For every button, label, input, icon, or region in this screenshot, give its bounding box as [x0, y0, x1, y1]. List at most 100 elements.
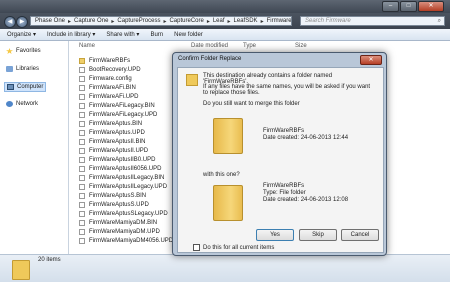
file-icon [79, 121, 85, 127]
incoming-folder-icon [213, 185, 243, 221]
file-icon [79, 94, 85, 100]
file-name: FirmWareAFiLegacy.UPD [89, 112, 158, 118]
file-name: FirmWareAFi.UPD [89, 94, 139, 100]
file-name: FirmWareMamiyaDM4056.UPD [89, 238, 174, 244]
breadcrumb-6[interactable]: Firmware [267, 18, 291, 24]
maximize-button[interactable]: □ [400, 1, 417, 12]
apply-all-row[interactable]: Do this for all current items [193, 244, 274, 251]
file-row[interactable]: FirmWareMamiyaDM.BIN [79, 219, 157, 227]
dialog-close-button[interactable]: ✕ [360, 55, 382, 65]
status-bar: 20 items [0, 254, 450, 282]
file-icon [79, 184, 85, 190]
file-row[interactable]: FirmWareAptusS.BIN [79, 192, 146, 200]
forward-button[interactable]: ▶ [16, 16, 28, 28]
file-row[interactable]: FirmWareAptusIILegacy.BIN [79, 174, 164, 182]
file-icon [79, 130, 85, 136]
breadcrumb-0[interactable]: Phase One [35, 18, 65, 24]
file-icon [79, 67, 85, 73]
address-row: ◀ ▶ Phase One ▸ Capture One ▸ CaptureProce… [0, 13, 450, 29]
nav-network[interactable]: Network [4, 100, 40, 108]
star-icon [6, 48, 13, 54]
nav-libraries[interactable]: Libraries [4, 65, 41, 73]
file-name: FirmWareMamiyaDM.UPD [89, 229, 160, 235]
back-button[interactable]: ◀ [4, 16, 16, 28]
file-icon [79, 157, 85, 163]
command-bar: Organize ▾ Include in library ▾ Share wi… [0, 29, 450, 41]
include-in-library-menu[interactable]: Include in library ▾ [47, 31, 95, 38]
file-icon [79, 139, 85, 145]
breadcrumb-separator: ▸ [206, 18, 210, 25]
apply-all-label: Do this for all current items [203, 244, 275, 251]
organize-menu[interactable]: Organize ▾ [7, 31, 36, 38]
network-icon [6, 101, 13, 107]
new-folder-button[interactable]: New folder [174, 32, 203, 38]
file-name: FirmWareAptusSLegacy.UPD [89, 211, 168, 217]
apply-all-checkbox[interactable] [193, 244, 200, 251]
file-row[interactable]: BootRecovery.UPD [79, 66, 141, 74]
breadcrumb-2[interactable]: CaptureProcess [117, 18, 160, 24]
file-row[interactable]: Firmware.config [79, 75, 132, 83]
burn-button[interactable]: Burn [150, 32, 163, 38]
file-name: FirmWareAptusIILegacy.UPD [89, 184, 168, 190]
breadcrumb-3[interactable]: CaptureCore [169, 18, 203, 24]
file-row[interactable]: FirmWareAptusII6056.UPD [79, 165, 161, 173]
item-count: 20 items [38, 257, 61, 263]
column-header-name[interactable]: Name [79, 43, 95, 49]
file-row[interactable]: FirmWareAptusIIB0.UPD [79, 156, 155, 164]
file-row[interactable]: FirmWareMamiyaDM4056.UPD [79, 237, 173, 245]
nav-label: Computer [17, 84, 44, 90]
search-input[interactable]: Search Firmware ⌕ [300, 16, 445, 26]
file-icon [79, 103, 85, 109]
nav-computer[interactable]: Computer [4, 82, 47, 92]
column-header-date[interactable]: Date modified [191, 43, 228, 49]
title-bar[interactable]: – □ ✕ [0, 0, 450, 13]
file-name: FirmWareAFiLegacy.BIN [89, 103, 155, 109]
dialog-question: Do you still want to merge this folder [203, 101, 300, 107]
incoming-folder-type: Type: File folder [263, 190, 306, 196]
file-row[interactable]: FirmWareAFiLegacy.BIN [79, 102, 155, 110]
file-name: FirmWareAptusII.UPD [89, 148, 149, 154]
nav-favorites[interactable]: Favorites [4, 47, 43, 55]
file-name: FirmWareMamiyaDM.BIN [89, 220, 158, 226]
file-row[interactable]: FirmWareAptus.BIN [79, 120, 142, 128]
search-icon[interactable]: ⌕ [438, 17, 441, 26]
nav-label: Libraries [16, 66, 40, 72]
existing-folder-date: Date created: 24-06-2013 12:44 [263, 135, 349, 141]
file-icon [79, 238, 85, 244]
file-row[interactable]: FirmWareAptusII.UPD [79, 147, 148, 155]
file-row[interactable]: FirmWareAFi.UPD [79, 93, 138, 101]
file-name: Firmware.config [89, 76, 132, 82]
file-row[interactable]: FirmWareAptusS.UPD [79, 201, 149, 209]
folder-icon [79, 58, 85, 64]
share-with-menu[interactable]: Share with ▾ [106, 31, 139, 38]
minimize-button[interactable]: – [382, 1, 399, 12]
address-bar[interactable]: Phase One ▸ Capture One ▸ CaptureProcess ▸ … [30, 16, 292, 26]
column-header-type[interactable]: Type [243, 43, 256, 49]
file-name: BootRecovery.UPD [89, 67, 141, 73]
yes-button[interactable]: Yes [256, 229, 294, 241]
breadcrumb-1[interactable]: Capture One [74, 18, 108, 24]
breadcrumb-5[interactable]: LeafSDK [234, 18, 258, 24]
nav-label: Network [16, 101, 39, 107]
file-row[interactable]: FirmWareRBFs [79, 57, 130, 65]
skip-button[interactable]: Skip [299, 229, 337, 241]
file-row[interactable]: FirmWareMamiyaDM.UPD [79, 228, 160, 236]
file-name: FirmWareAptus.UPD [89, 130, 145, 136]
file-row[interactable]: FirmWareAptus.UPD [79, 129, 145, 137]
cancel-button[interactable]: Cancel [341, 229, 379, 241]
close-button[interactable]: ✕ [418, 1, 444, 12]
file-icon [79, 85, 85, 91]
file-name: FirmWareAptusS.BIN [89, 193, 147, 199]
breadcrumb-separator: ▸ [111, 18, 115, 25]
incoming-folder-info: FirmWareRBFs Type: File folder Date crea… [263, 183, 348, 204]
file-icon [79, 211, 85, 217]
file-row[interactable]: FirmWareAptusSLegacy.UPD [79, 210, 168, 218]
file-row[interactable]: FirmWareAFi.BIN [79, 84, 136, 92]
breadcrumb-4[interactable]: Leaf [213, 18, 225, 24]
file-row[interactable]: FirmWareAptusIILegacy.UPD [79, 183, 167, 191]
dialog-title: Confirm Folder Replace [178, 56, 242, 62]
breadcrumb-separator: ▸ [260, 18, 264, 25]
file-row[interactable]: FirmWareAptusII.BIN [79, 138, 145, 146]
file-row[interactable]: FirmWareAFiLegacy.UPD [79, 111, 157, 119]
column-header-size[interactable]: Size [295, 43, 307, 49]
